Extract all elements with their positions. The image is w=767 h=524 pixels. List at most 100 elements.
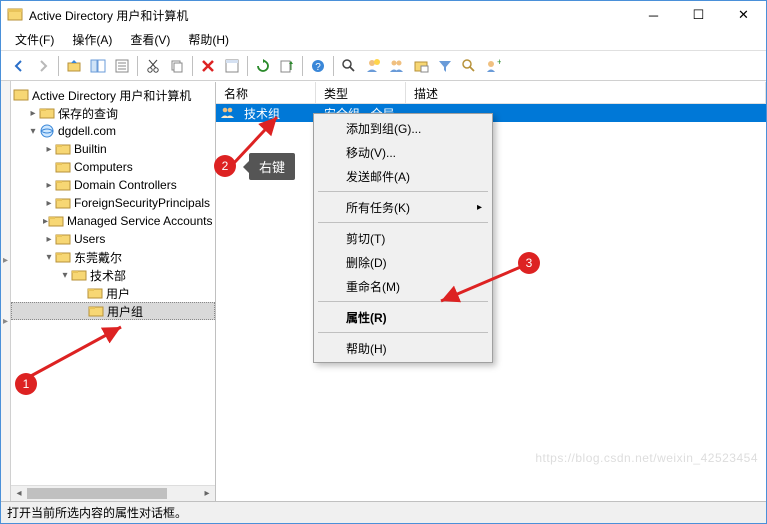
tree-item-label: 东莞戴尔 — [74, 249, 122, 266]
tree-item[interactable]: ▸ Users — [11, 230, 215, 248]
expand-icon[interactable]: ▸ — [43, 180, 55, 191]
forward-button[interactable] — [32, 55, 54, 77]
tree-item[interactable]: 用户组 — [11, 302, 215, 320]
folder-icon — [55, 231, 71, 247]
tree-item-label: 保存的查询 — [58, 105, 118, 122]
context-menu-item[interactable]: 属性(R) — [316, 305, 490, 329]
menu-separator — [318, 332, 488, 333]
col-type[interactable]: 类型 — [316, 82, 406, 103]
tree-item-label: Builtin — [74, 142, 107, 156]
folder-icon — [71, 267, 87, 283]
tree-scrollbar-x[interactable]: ◂ ▸ — [11, 485, 215, 501]
tree-item[interactable]: 用户 — [11, 284, 215, 302]
maximize-button[interactable]: ☐ — [676, 1, 721, 29]
context-menu-item[interactable]: 移动(V)... — [316, 140, 490, 164]
tree-item[interactable]: ▸ Builtin — [11, 140, 215, 158]
add-to-group-button[interactable]: + — [482, 55, 504, 77]
context-menu[interactable]: 添加到组(G)...移动(V)...发送邮件(A) 所有任务(K)▸ 剪切(T)删除… — [313, 113, 493, 363]
tree-item-label: Managed Service Accounts — [67, 214, 212, 228]
tree-item-label: Users — [74, 232, 105, 246]
status-text: 打开当前所选内容的属性对话框。 — [7, 504, 187, 521]
context-menu-item[interactable]: 发送邮件(A) — [316, 164, 490, 188]
filter-button[interactable] — [434, 55, 456, 77]
expand-icon[interactable]: ▸ — [27, 108, 39, 119]
annotation-badge-2: 2 — [214, 155, 236, 177]
col-name[interactable]: 名称 — [216, 82, 316, 103]
context-menu-item[interactable]: 帮助(H) — [316, 336, 490, 360]
expand-icon[interactable]: ▸ — [43, 234, 55, 245]
delete-button[interactable] — [197, 55, 219, 77]
expand-icon[interactable]: ▾ — [43, 252, 55, 263]
menu-action[interactable]: 操作(A) — [64, 29, 120, 50]
properties-toolbar-button[interactable] — [111, 55, 133, 77]
close-button[interactable]: ✕ — [721, 1, 766, 29]
find-button[interactable] — [338, 55, 360, 77]
folder-icon — [55, 141, 71, 157]
app-icon — [7, 7, 23, 23]
list-header: 名称 类型 描述 — [216, 82, 766, 104]
tree-item[interactable]: ▸Managed Service Accounts — [11, 212, 215, 230]
folder-icon — [55, 249, 71, 265]
tree-root-label[interactable]: Active Directory 用户和计算机 — [32, 87, 191, 104]
scroll-left-button[interactable]: ◂ — [11, 486, 27, 501]
expand-icon[interactable]: ▸ — [43, 144, 55, 155]
export-list-button[interactable] — [276, 55, 298, 77]
context-menu-item[interactable]: 重命名(M) — [316, 274, 490, 298]
folder-icon — [55, 177, 71, 193]
statusbar: 打开当前所选内容的属性对话框。 — [1, 501, 766, 523]
tree-item[interactable]: ▾dgdell.com — [11, 122, 215, 140]
toolbar: ? + — [1, 51, 766, 81]
left-rail: ▸▸ — [1, 81, 11, 501]
expand-icon[interactable]: ▾ — [59, 270, 71, 281]
folder-icon — [39, 123, 55, 139]
up-button[interactable] — [63, 55, 85, 77]
copy-button[interactable] — [166, 55, 188, 77]
folder-icon — [87, 285, 103, 301]
tree-item-label: 技术部 — [90, 267, 126, 284]
context-menu-item[interactable]: 剪切(T) — [316, 226, 490, 250]
properties-sheet-button[interactable] — [221, 55, 243, 77]
window-title: Active Directory 用户和计算机 — [29, 7, 631, 24]
svg-text:?: ? — [315, 62, 321, 73]
tree-item-label: ForeignSecurityPrincipals — [74, 196, 210, 210]
minimize-button[interactable]: ─ — [631, 1, 676, 29]
new-user-button[interactable] — [362, 55, 384, 77]
folder-icon — [55, 195, 71, 211]
menubar: 文件(F) 操作(A) 查看(V) 帮助(H) — [1, 29, 766, 51]
tree-item[interactable]: ▸ ForeignSecurityPrincipals — [11, 194, 215, 212]
menu-view[interactable]: 查看(V) — [122, 29, 178, 50]
svg-text:+: + — [497, 58, 501, 67]
col-desc[interactable]: 描述 — [406, 82, 766, 103]
menu-separator — [318, 191, 488, 192]
context-menu-item[interactable]: 添加到组(G)... — [316, 116, 490, 140]
menu-help[interactable]: 帮助(H) — [180, 29, 237, 50]
refresh-button[interactable] — [252, 55, 274, 77]
context-menu-item[interactable]: 所有任务(K)▸ — [316, 195, 490, 219]
new-group-button[interactable] — [386, 55, 408, 77]
tree-item[interactable]: ▾ 技术部 — [11, 266, 215, 284]
mmc-root-icon — [13, 87, 29, 103]
folder-icon — [55, 159, 71, 175]
show-hide-tree-button[interactable] — [87, 55, 109, 77]
tree-item[interactable]: ▸ 保存的查询 — [11, 104, 215, 122]
expand-icon[interactable]: ▸ — [43, 198, 55, 209]
folder-icon — [39, 105, 55, 121]
menu-file[interactable]: 文件(F) — [7, 29, 62, 50]
tree-item[interactable]: Computers — [11, 158, 215, 176]
scroll-thumb[interactable] — [27, 488, 167, 499]
tree-pane[interactable]: Active Directory 用户和计算机 ▸ 保存的查询▾dgdell.co… — [11, 82, 216, 501]
help-button[interactable]: ? — [307, 55, 329, 77]
tree-item[interactable]: ▸Domain Controllers — [11, 176, 215, 194]
tree-item[interactable]: ▾ 东莞戴尔 — [11, 248, 215, 266]
scroll-right-button[interactable]: ▸ — [199, 486, 215, 501]
expand-icon[interactable]: ▾ — [27, 126, 39, 137]
new-ou-button[interactable] — [410, 55, 432, 77]
watermark: https://blog.csdn.net/weixin_42523454 — [535, 451, 758, 465]
cut-button[interactable] — [142, 55, 164, 77]
context-menu-item[interactable]: 删除(D) — [316, 250, 490, 274]
back-button[interactable] — [8, 55, 30, 77]
tree-item-label: 用户 — [106, 285, 130, 302]
tree-item-label: Computers — [74, 160, 133, 174]
tree-item-label: 用户组 — [107, 303, 143, 320]
search-button[interactable] — [458, 55, 480, 77]
